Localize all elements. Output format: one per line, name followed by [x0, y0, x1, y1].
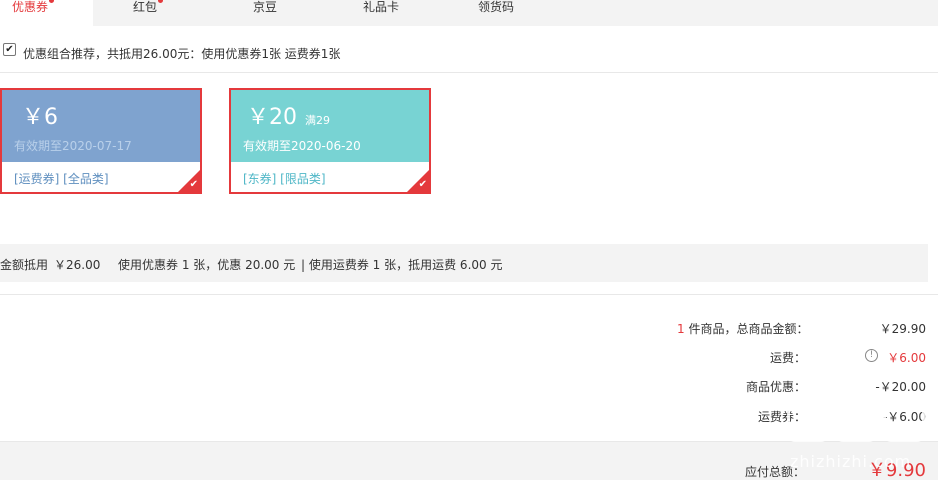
- freight-amount: ￥6.00: [887, 351, 926, 365]
- recommend-text: 优惠组合推荐，共抵用26.00元：使用优惠券1张 运费券1张: [23, 47, 341, 61]
- check-icon: ✔: [189, 179, 198, 190]
- tab-jingdou[interactable]: 京豆: [203, 0, 313, 26]
- coupon-tags: [运费券] [全品类]: [14, 172, 109, 186]
- summary-coupon-text: 使用优惠券 1 张，优惠 20.00 元: [118, 258, 296, 272]
- coupon-card-header: ￥20 满29 有效期至2020-06-20: [231, 90, 429, 162]
- discount-label: 商品优惠：: [746, 380, 807, 394]
- goods-count-row: 1 件商品，总商品金额：: [677, 320, 808, 337]
- tab-giftcard[interactable]: 礼品卡: [313, 0, 423, 26]
- tab-redpacket[interactable]: 红包: [93, 0, 203, 26]
- coupon-card-header: ￥6 有效期至2020-07-17: [2, 90, 200, 162]
- tab-coupon[interactable]: 优惠券: [0, 0, 93, 26]
- tab-redeem-code[interactable]: 领货码: [423, 0, 553, 26]
- goods-count-label: 件商品，总商品金额：: [688, 322, 809, 336]
- coupon-card[interactable]: ￥6 有效期至2020-07-17 [运费券] [全品类] ✔: [0, 88, 202, 194]
- coupon-price: ￥20 满29: [247, 105, 330, 134]
- coupon-price-value: ￥20: [247, 105, 297, 130]
- summary-amount: ￥26.00: [54, 258, 101, 272]
- summary-label: 金额抵用: [0, 258, 49, 272]
- check-icon: ✔: [418, 179, 427, 190]
- discount-amount: -￥20.00: [875, 380, 926, 394]
- tab-redpacket-dot: [158, 0, 163, 3]
- tab-jingdou-label: 京豆: [253, 0, 278, 14]
- tab-redeem-code-label: 领货码: [478, 0, 515, 14]
- watermark-text: zhizhizhi.com: [790, 452, 912, 471]
- discount-summary: 金额抵用 ￥26.00 使用优惠券 1 张，优惠 20.00 元 | 使用运费券…: [0, 244, 928, 282]
- coupon-price: ￥6: [22, 105, 58, 131]
- tab-giftcard-label: 礼品卡: [363, 0, 400, 14]
- coupon-tags: [东券] [限品类]: [243, 172, 326, 186]
- freight-label: 运费：: [770, 351, 807, 365]
- coupon-valid-date: 有效期至2020-07-17: [14, 139, 132, 153]
- goods-count: 1: [677, 322, 685, 336]
- tab-coupon-dot: [49, 0, 54, 3]
- goods-amount: ￥29.90: [879, 322, 926, 336]
- coupon-valid-date: 有效期至2020-06-20: [243, 139, 361, 153]
- tab-redpacket-label: 红包: [133, 0, 158, 14]
- coupon-condition: 满29: [305, 114, 330, 127]
- recommend-checkbox[interactable]: ✔: [3, 43, 16, 56]
- coupon-price-value: ￥6: [22, 105, 58, 130]
- divider: [0, 294, 938, 295]
- coupon-card[interactable]: ￥20 满29 有效期至2020-06-20 [东券] [限品类] ✔: [229, 88, 431, 194]
- summary-freight-text: | 使用运费券 1 张，抵用运费 6.00 元: [301, 258, 503, 272]
- watermark-logo: [785, 398, 935, 448]
- coupon-tabs: 优惠券 红包 京豆 礼品卡 领货码: [0, 0, 938, 26]
- tab-coupon-label: 优惠券: [12, 0, 49, 14]
